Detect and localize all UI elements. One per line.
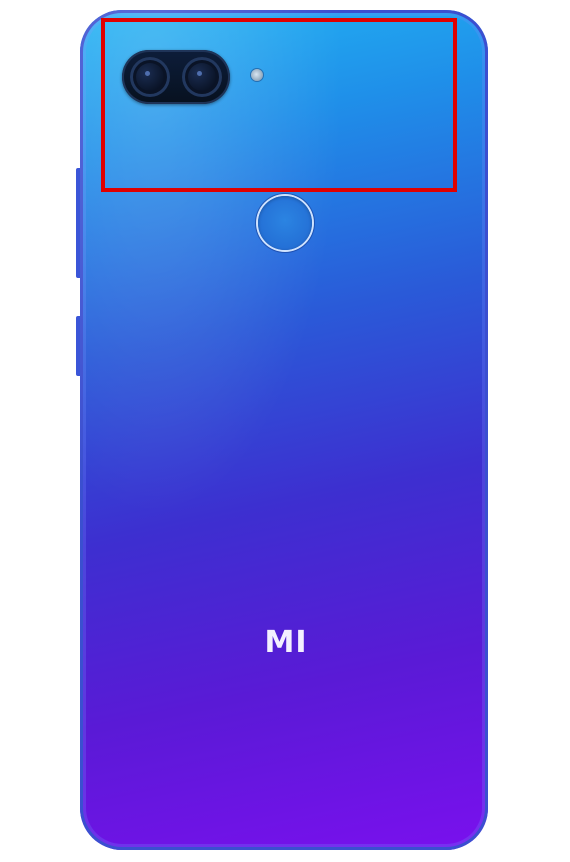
- fingerprint-sensor: [258, 196, 312, 250]
- image-stage: MI: [0, 0, 570, 862]
- brand-logo: MI: [264, 625, 308, 660]
- camera-highlight-box: [101, 18, 457, 192]
